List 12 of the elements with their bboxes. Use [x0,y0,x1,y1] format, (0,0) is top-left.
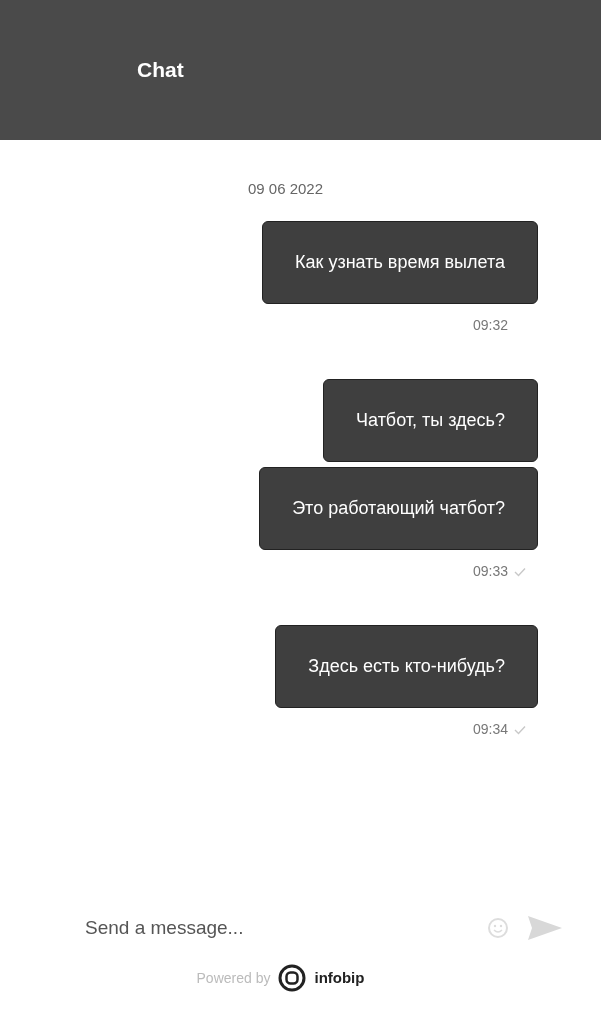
message-input[interactable]: Send a message... [85,913,487,943]
brand-name[interactable]: infobip [314,966,365,990]
message-bubble: Здесь есть кто-нибудь? [275,624,538,708]
message-time: 09:34 [472,720,508,739]
chat-title: Chat [137,57,184,84]
message-bubble: Чатбот, ты здесь? [323,378,538,462]
powered-by-text: Powered by [196,968,271,988]
message-bubble: Как узнать время вылета [262,220,538,304]
message-time: 09:33 [472,562,508,581]
message-bubble: Это работающий чатбот? [259,466,538,550]
date-label: 09 06 2022 [247,179,324,199]
message-time: 09:32 [472,316,508,335]
